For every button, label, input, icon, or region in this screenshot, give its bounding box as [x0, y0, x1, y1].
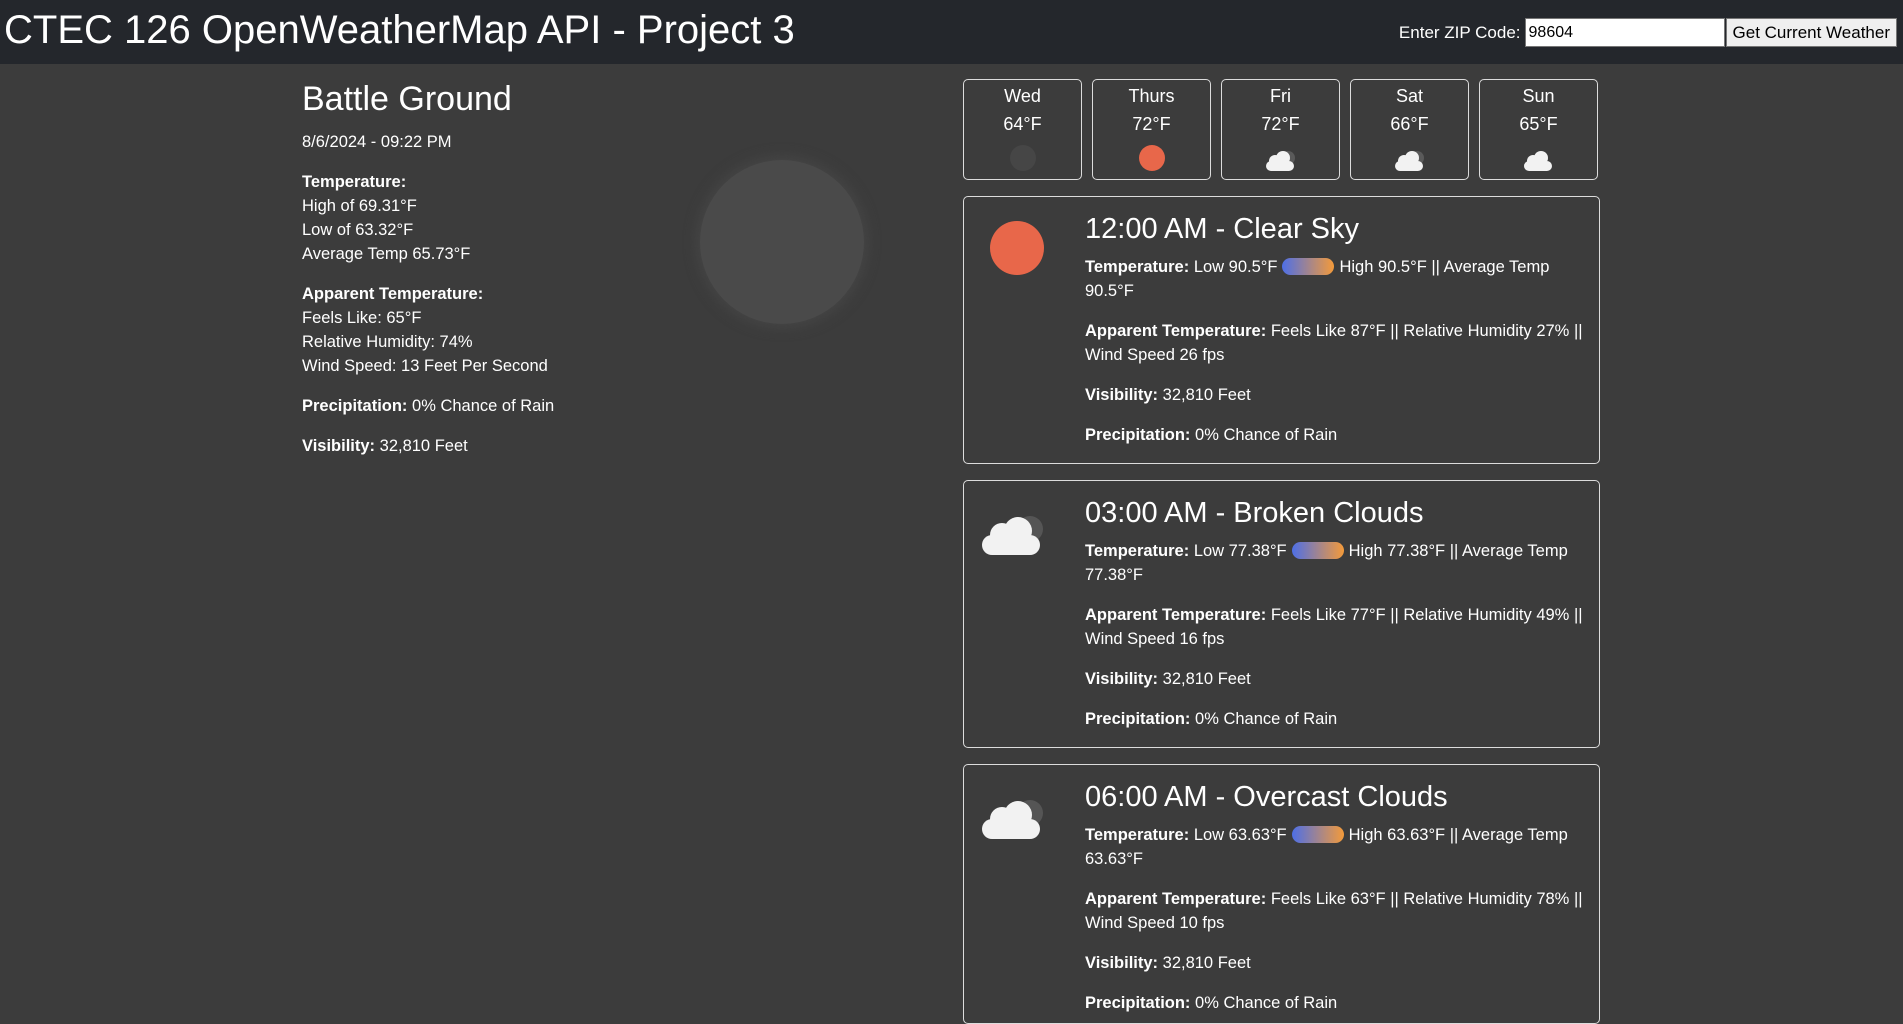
precipitation-label: Precipitation:	[1085, 994, 1191, 1012]
temperature-heading: Temperature:	[302, 173, 407, 191]
visibility-value: 32,810 Feet	[375, 437, 468, 455]
precipitation-heading: Precipitation:	[302, 397, 408, 415]
hour-visibility: Visibility: 32,810 Feet	[1085, 667, 1585, 691]
temperature-gradient-bar	[1282, 258, 1335, 275]
hourly-card: 06:00 AM - Overcast Clouds Temperature: …	[963, 764, 1600, 1024]
sun-icon	[1132, 145, 1172, 173]
precipitation-value: 0% Chance of Rain	[1190, 994, 1338, 1012]
precipitation-value: 0% Chance of Rain	[1190, 710, 1338, 728]
current-temperature-section: Temperature: High of 69.31°F Low of 63.3…	[302, 170, 762, 266]
precipitation-label: Precipitation:	[1085, 710, 1191, 728]
temperature-label: Temperature:	[1085, 258, 1190, 276]
hour-temperature: Temperature: Low 77.38°F High 77.38°F || …	[1085, 539, 1585, 587]
get-weather-button[interactable]: Get Current Weather	[1725, 18, 1897, 47]
day-temp: 66°F	[1390, 114, 1429, 134]
current-apparent-section: Apparent Temperature: Feels Like: 65°F R…	[302, 282, 762, 378]
current-datetime: 8/6/2024 - 09:22 PM	[302, 133, 452, 151]
hour-apparent: Apparent Temperature: Feels Like 77°F ||…	[1085, 603, 1585, 651]
hour-precipitation: Precipitation: 0% Chance of Rain	[1085, 423, 1585, 447]
average-temp: Average Temp 65.73°F	[302, 245, 471, 263]
wind-speed: Wind Speed: 13 Feet Per Second	[302, 357, 548, 375]
moon-icon	[700, 160, 864, 324]
precipitation-value: 0% Chance of Rain	[1190, 426, 1338, 444]
low-temp: Low 90.5°F	[1189, 258, 1278, 276]
hour-temperature: Temperature: Low 63.63°F High 63.63°F || …	[1085, 823, 1585, 871]
visibility-value: 32,810 Feet	[1158, 670, 1251, 688]
hour-apparent: Apparent Temperature: Feels Like 87°F ||…	[1085, 319, 1585, 367]
day-name: Sun	[1522, 86, 1555, 106]
cloud-icon	[980, 791, 1048, 846]
day-card[interactable]: Fri 72°F	[1221, 79, 1340, 180]
cloud-icon	[980, 507, 1048, 562]
temperature-gradient-bar	[1291, 542, 1344, 559]
precipitation-value: 0% Chance of Rain	[407, 397, 555, 415]
top-bar: CTEC 126 OpenWeatherMap API - Project 3 …	[0, 0, 1903, 64]
city-name: Battle Ground	[302, 80, 512, 118]
low-temp: Low of 63.32°F	[302, 221, 414, 239]
apparent-label: Apparent Temperature:	[1085, 322, 1267, 340]
day-card[interactable]: Sat 66°F	[1350, 79, 1469, 180]
day-card[interactable]: Wed 64°F	[963, 79, 1082, 180]
day-temp: 72°F	[1261, 114, 1300, 134]
temperature-gradient-bar	[1291, 826, 1344, 843]
temperature-label: Temperature:	[1085, 542, 1190, 560]
day-temp: 65°F	[1519, 114, 1558, 134]
hour-visibility: Visibility: 32,810 Feet	[1085, 383, 1585, 407]
hour-title: 03:00 AM - Broken Clouds	[1085, 497, 1424, 529]
low-temp: Low 63.63°F	[1189, 826, 1287, 844]
visibility-label: Visibility:	[1085, 386, 1159, 404]
visibility-value: 32,810 Feet	[1158, 954, 1251, 972]
day-name: Sat	[1395, 86, 1424, 106]
day-temp: 64°F	[1003, 114, 1042, 134]
hour-apparent: Apparent Temperature: Feels Like 63°F ||…	[1085, 887, 1585, 935]
hour-title: 06:00 AM - Overcast Clouds	[1085, 781, 1448, 813]
cloud-icon	[1390, 145, 1430, 173]
current-visibility: Visibility: 32,810 Feet	[302, 434, 762, 458]
hour-precipitation: Precipitation: 0% Chance of Rain	[1085, 991, 1585, 1015]
hourly-card: 03:00 AM - Broken Clouds Temperature: Lo…	[963, 480, 1600, 748]
zip-label: Enter ZIP Code:	[1398, 22, 1521, 42]
apparent-label: Apparent Temperature:	[1085, 890, 1267, 908]
day-card[interactable]: Sun 65°F	[1479, 79, 1598, 180]
day-name: Fri	[1270, 86, 1291, 106]
visibility-heading: Visibility:	[302, 437, 376, 455]
sun-icon	[986, 221, 1044, 275]
day-name: Wed	[1004, 86, 1041, 106]
moon-icon	[1003, 145, 1043, 173]
cloud-icon	[1519, 145, 1559, 173]
hour-precipitation: Precipitation: 0% Chance of Rain	[1085, 707, 1585, 731]
current-precipitation: Precipitation: 0% Chance of Rain	[302, 394, 762, 418]
visibility-value: 32,810 Feet	[1158, 386, 1251, 404]
cloud-icon	[1261, 145, 1301, 173]
high-temp: High of 69.31°F	[302, 197, 417, 215]
daily-forecast: Wed 64°F Thurs 72°F Fri 72°F Sat 66°F Su…	[963, 79, 1598, 180]
day-temp: 72°F	[1132, 114, 1171, 134]
hourly-card: 12:00 AM - Clear Sky Temperature: Low 90…	[963, 196, 1600, 464]
hour-visibility: Visibility: 32,810 Feet	[1085, 951, 1585, 975]
app-title: CTEC 126 OpenWeatherMap API - Project 3	[4, 8, 795, 52]
humidity: Relative Humidity: 74%	[302, 333, 473, 351]
visibility-label: Visibility:	[1085, 954, 1159, 972]
visibility-label: Visibility:	[1085, 670, 1159, 688]
day-name: Thurs	[1128, 86, 1175, 106]
precipitation-label: Precipitation:	[1085, 426, 1191, 444]
low-temp: Low 77.38°F	[1189, 542, 1287, 560]
apparent-label: Apparent Temperature:	[1085, 606, 1267, 624]
day-card[interactable]: Thurs 72°F	[1092, 79, 1211, 180]
feels-like: Feels Like: 65°F	[302, 309, 422, 327]
current-weather: Battle Ground 8/6/2024 - 09:22 PM Temper…	[302, 78, 762, 458]
hour-temperature: Temperature: Low 90.5°F High 90.5°F || Av…	[1085, 255, 1585, 303]
temperature-label: Temperature:	[1085, 826, 1190, 844]
hour-title: 12:00 AM - Clear Sky	[1085, 213, 1359, 245]
apparent-heading: Apparent Temperature:	[302, 285, 484, 303]
zip-form: Enter ZIP Code: Get Current Weather	[1399, 18, 1897, 47]
zip-input[interactable]	[1524, 18, 1725, 47]
